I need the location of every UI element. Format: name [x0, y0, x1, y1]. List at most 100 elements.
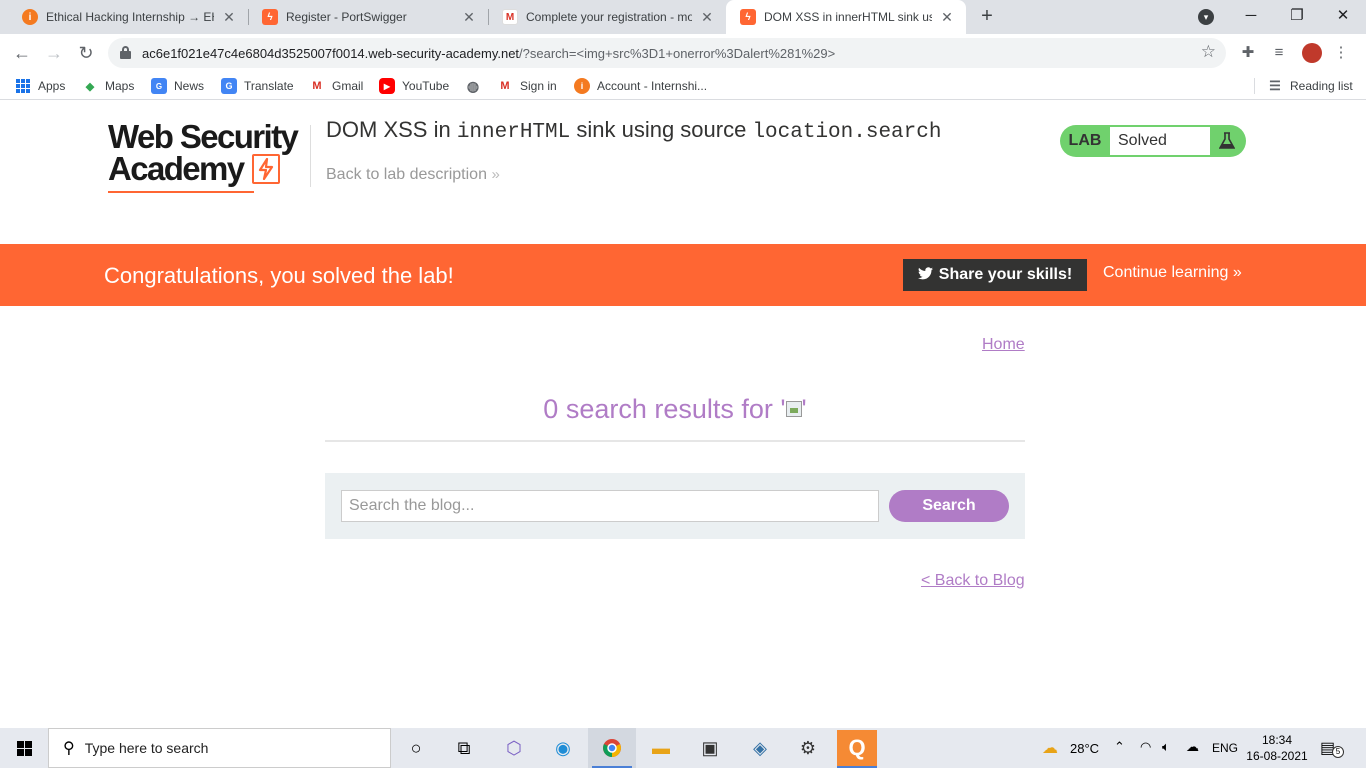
tab-ethical-hacking[interactable]: i Ethical Hacking Internship → EH C ✕ — [8, 0, 248, 34]
microsoft-store-icon[interactable]: ▣ — [686, 728, 734, 768]
logo-line1: Web Security — [108, 118, 299, 155]
results-text-end: ' — [801, 394, 807, 424]
new-tab-button[interactable]: + — [975, 5, 999, 29]
back-to-blog-link[interactable]: < Back to Blog — [921, 572, 1025, 590]
notification-center-icon[interactable]: ▤ 5 — [1320, 738, 1344, 758]
web-security-academy-logo[interactable]: Web Security Academy — [108, 118, 308, 195]
weather-icon[interactable]: ☁ — [1036, 728, 1064, 768]
reload-icon[interactable]: ↻ — [72, 40, 100, 66]
reading-list-icon: ☰ — [1269, 78, 1281, 93]
weather-temp[interactable]: 28°C — [1070, 741, 1099, 756]
bookmark-star-icon[interactable]: ☆ — [1201, 42, 1216, 62]
lab-title-part: DOM XSS in — [326, 117, 457, 142]
reading-list[interactable]: ☰ Reading list — [1267, 77, 1353, 95]
address-bar[interactable]: ac6e1f021e47c4e6804d3525007f0014.web-sec… — [108, 38, 1226, 68]
continue-learning-link[interactable]: Continue learning » — [1103, 264, 1242, 282]
back-to-lab-description-link[interactable]: Back to lab description » — [326, 166, 500, 184]
chrome-browser-icon[interactable] — [588, 728, 636, 768]
globe-icon: ◍ — [466, 77, 480, 94]
tab-title: DOM XSS in innerHTML sink usin — [764, 10, 932, 24]
search-button[interactable]: Search — [889, 490, 1009, 522]
python-icon[interactable]: ◈ — [736, 728, 784, 768]
close-icon[interactable]: ✕ — [460, 8, 478, 26]
bookmark-maps[interactable]: ◆ Maps — [82, 77, 135, 95]
bookmark-label: YouTube — [402, 79, 450, 93]
bookmark-account-internshala[interactable]: i Account - Internshi... — [574, 77, 707, 95]
lab-status-badge: LAB Solved — [1060, 125, 1246, 157]
bookmark-label: News — [174, 79, 205, 93]
notification-count: 5 — [1332, 746, 1344, 758]
tab-search-icon[interactable]: ▾ — [1198, 9, 1214, 25]
internshala-icon: i — [574, 78, 590, 94]
bookmarks-separator — [1254, 78, 1255, 94]
lab-title-code: innerHTML — [456, 121, 571, 144]
restore-button[interactable]: ❐ — [1274, 0, 1320, 34]
home-link[interactable]: Home — [982, 336, 1025, 354]
bookmark-sign-in[interactable]: M Sign in — [497, 77, 557, 95]
reading-list-label: Reading list — [1290, 79, 1353, 93]
clock-time: 18:34 — [1261, 733, 1293, 747]
tab-dom-xss[interactable]: ϟ DOM XSS in innerHTML sink usin ✕ — [726, 0, 966, 34]
tab-title: Register - PortSwigger — [286, 10, 407, 24]
internshala-icon: i — [22, 9, 38, 25]
lab-title: DOM XSS in innerHTML sink using source l… — [326, 117, 941, 144]
url-text[interactable]: ac6e1f021e47c4e6804d3525007f0014.web-sec… — [142, 46, 835, 61]
lab-title-code: location.search — [752, 121, 942, 144]
edge-browser-icon[interactable]: ◉ — [539, 728, 587, 768]
translate-icon: G — [221, 78, 237, 94]
gmail-icon: M — [312, 80, 322, 92]
bookmarks-bar: Apps ◆ Maps G News G Translate M Gmail ▶… — [0, 72, 1366, 100]
profile-avatar[interactable] — [1302, 43, 1322, 63]
bookmark-gmail[interactable]: M Gmail — [309, 77, 363, 95]
taskbar-search-placeholder: Type here to search — [84, 740, 209, 756]
bookmark-globe[interactable]: ◍ — [465, 77, 488, 95]
blog-search-form: Search — [325, 473, 1025, 539]
url-path: /?search=<img+src%3D1+onerror%3Dalert%28… — [519, 46, 836, 61]
media-control-icon[interactable]: ≡ — [1268, 42, 1290, 64]
bookmark-label: Apps — [38, 79, 66, 93]
search-input[interactable] — [341, 490, 879, 522]
bookmark-label: Sign in — [520, 79, 557, 93]
windows-taskbar: ⚲ Type here to search ○ ⧉ ⬡ ◉ ▬ ▣ ◈ ⚙ Q … — [0, 728, 1366, 768]
task-view-icon[interactable]: ⧉ — [440, 728, 488, 768]
continue-learning-label: Continue learning — [1103, 264, 1229, 281]
youtube-icon: ▶ — [379, 78, 395, 94]
bookmark-news[interactable]: G News — [151, 77, 204, 95]
bookmark-youtube[interactable]: ▶ YouTube — [379, 77, 449, 95]
flask-icon — [1210, 132, 1244, 150]
taskbar-clock[interactable]: 18:34 16-08-2021 — [1246, 732, 1308, 764]
search-icon: ⚲ — [63, 740, 75, 757]
logo-line2: Academy — [108, 150, 245, 187]
bookmark-apps[interactable]: Apps — [15, 77, 65, 95]
close-icon[interactable]: ✕ — [698, 8, 716, 26]
back-arrow-icon[interactable]: ← — [8, 40, 36, 66]
language-indicator[interactable]: ENG — [1212, 741, 1238, 755]
qbittorrent-icon[interactable]: Q — [833, 728, 881, 768]
wifi-icon[interactable]: ◠ — [1140, 739, 1151, 755]
bookmark-label: Gmail — [332, 79, 364, 93]
lock-icon[interactable] — [120, 46, 131, 59]
tab-complete-registration[interactable]: M Complete your registration - mot ✕ — [488, 0, 726, 34]
close-icon[interactable]: ✕ — [938, 8, 956, 26]
app-cube-icon[interactable]: ⬡ — [490, 728, 538, 768]
chevron-up-icon[interactable]: ⌃ — [1114, 739, 1125, 755]
minimize-button[interactable]: ─ — [1228, 0, 1274, 34]
bookmark-translate[interactable]: G Translate — [221, 77, 294, 95]
results-divider — [325, 440, 1025, 442]
menu-kebab-icon[interactable]: ⋮ — [1330, 42, 1352, 64]
cortana-icon[interactable]: ○ — [392, 728, 440, 768]
tab-register-portswigger[interactable]: ϟ Register - PortSwigger ✕ — [248, 0, 488, 34]
windows-start-button[interactable] — [0, 728, 48, 768]
volume-icon[interactable]: 🔈︎ — [1162, 739, 1170, 755]
tab-title: Ethical Hacking Internship → EH C — [46, 10, 214, 24]
web-page: Web Security Academy DOM XSS in innerHTM… — [0, 101, 1366, 727]
forward-arrow-icon[interactable]: → — [40, 40, 68, 66]
onedrive-cloud-icon[interactable]: ☁︎ — [1186, 739, 1199, 755]
close-icon[interactable]: ✕ — [220, 8, 238, 26]
share-skills-button[interactable]: Share your skills! — [903, 259, 1087, 291]
extensions-puzzle-icon[interactable]: ✚ — [1237, 42, 1259, 64]
taskbar-search-box[interactable]: ⚲ Type here to search — [48, 728, 391, 768]
close-window-button[interactable]: ✕ — [1320, 0, 1366, 34]
file-explorer-icon[interactable]: ▬ — [637, 728, 685, 768]
settings-gear-icon[interactable]: ⚙ — [784, 728, 832, 768]
